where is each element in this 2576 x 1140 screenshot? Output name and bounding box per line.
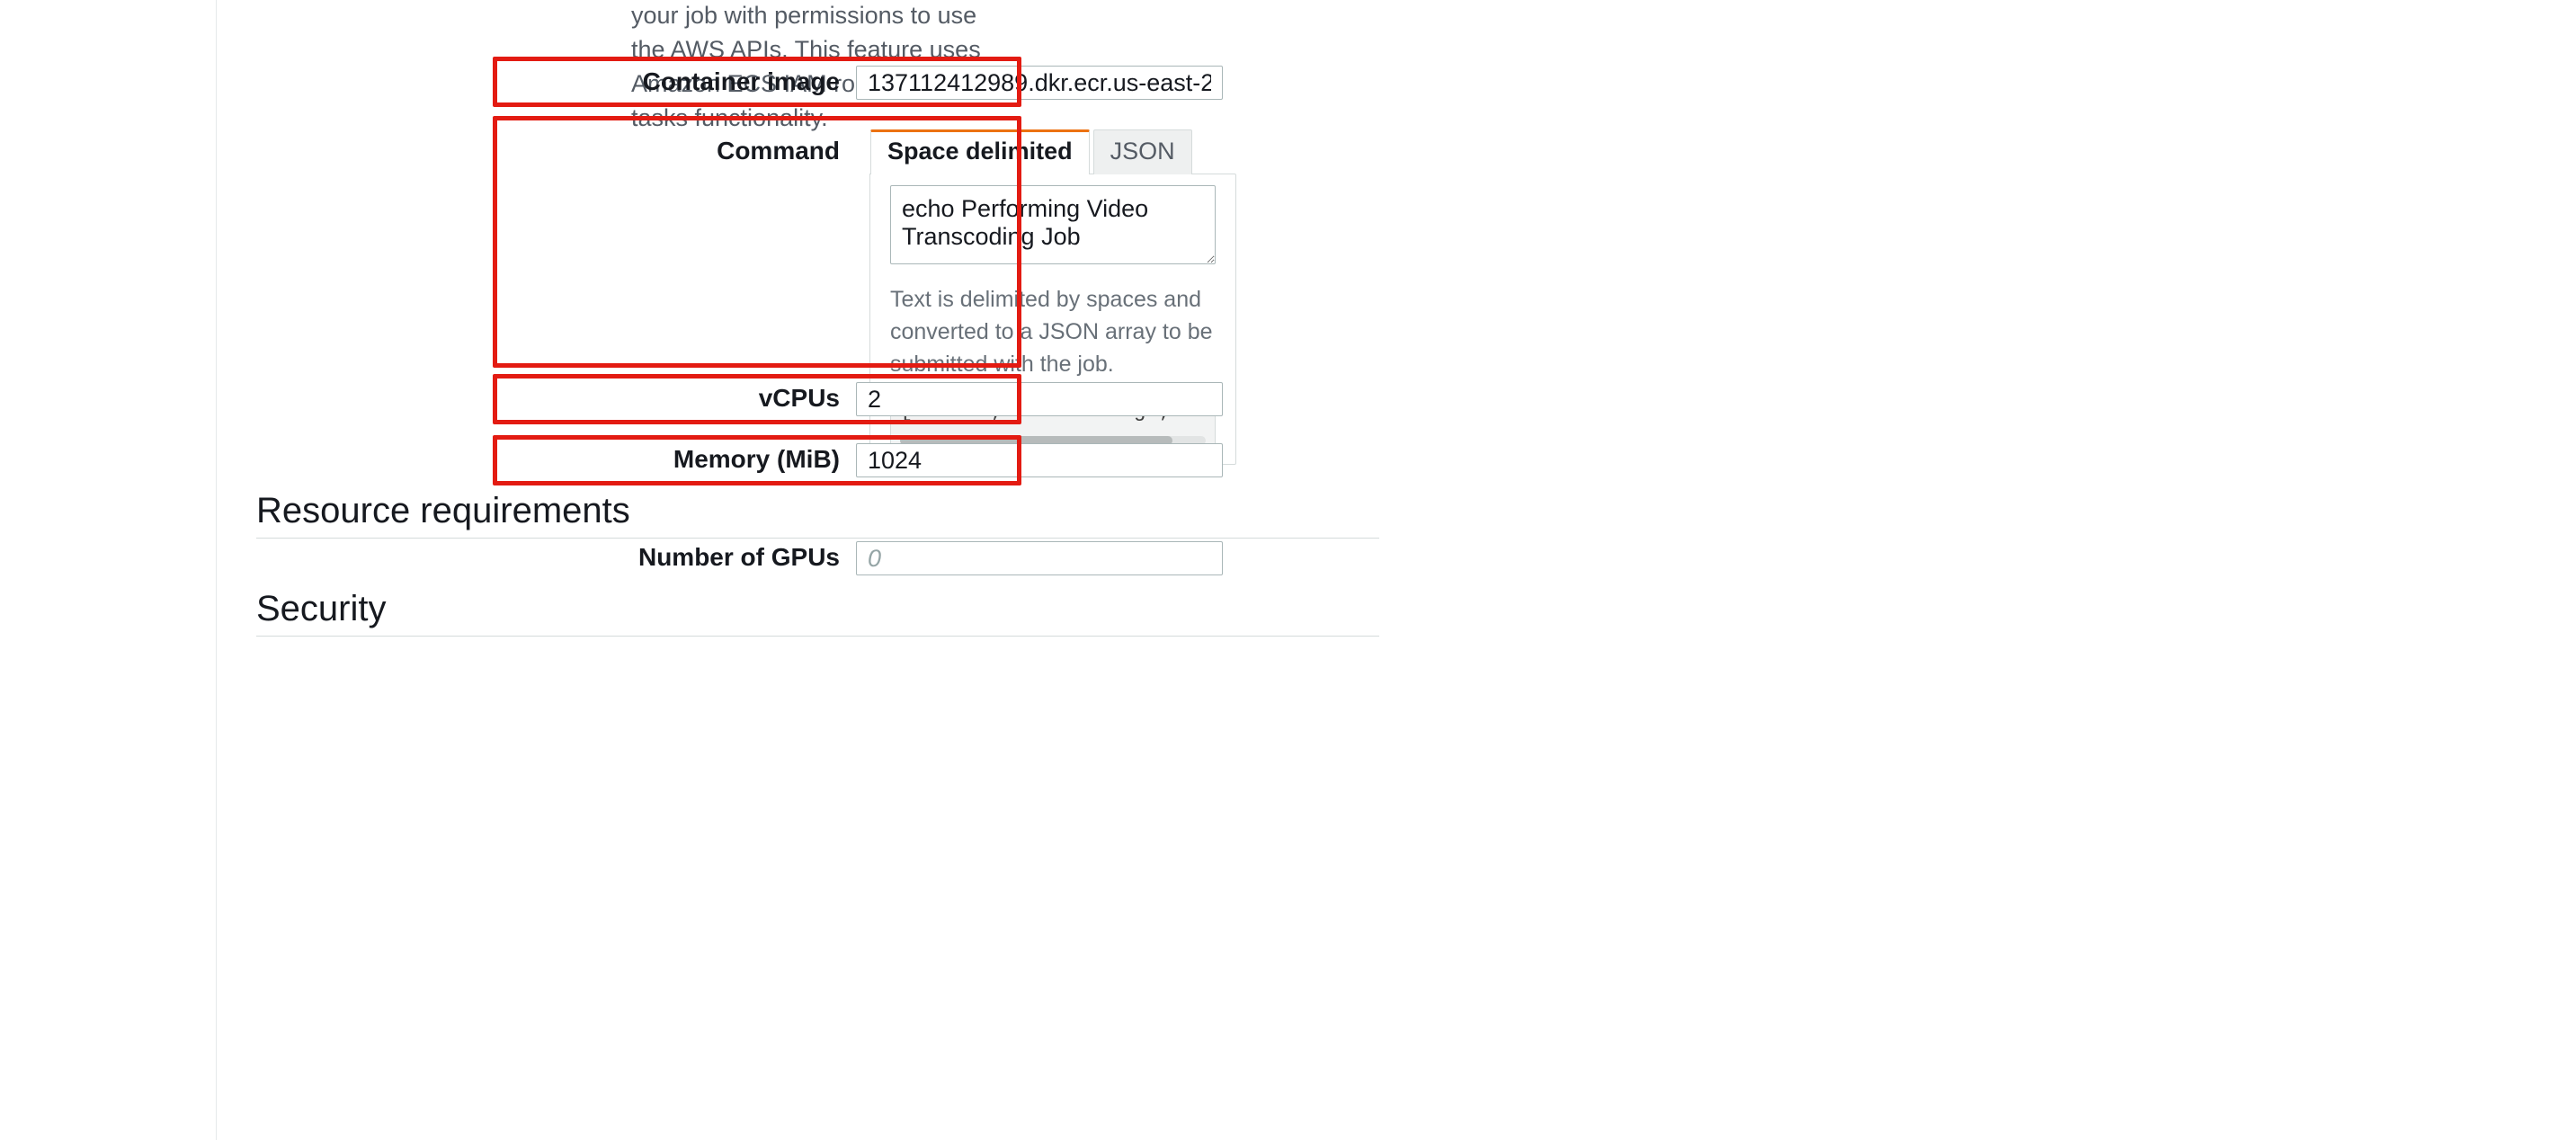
vcpus-label: vCPUs xyxy=(492,382,856,414)
gpus-row: Number of GPUs xyxy=(492,541,1223,575)
command-tab-body: echo Performing Video Transcoding Job Te… xyxy=(869,174,1236,465)
tab-space-delimited[interactable]: Space delimited xyxy=(870,129,1090,174)
container-image-label: Container image xyxy=(492,66,856,98)
section-rule-security xyxy=(256,636,1379,637)
memory-row: Memory (MiB) xyxy=(492,443,1223,477)
vcpus-input[interactable] xyxy=(856,382,1223,416)
memory-input[interactable] xyxy=(856,443,1223,477)
command-label: Command xyxy=(492,129,856,167)
left-pane-divider xyxy=(216,0,217,1140)
container-image-row: Container image xyxy=(492,66,1223,100)
vcpus-row: vCPUs xyxy=(492,382,1223,416)
form-panel: your job with permissions to use the AWS… xyxy=(256,0,2549,1140)
section-title-security: Security xyxy=(256,589,387,629)
section-title-resource-requirements: Resource requirements xyxy=(256,491,630,531)
command-tabs: Space delimited JSON xyxy=(869,129,1236,174)
section-rule-resource-requirements xyxy=(256,538,1379,539)
memory-label: Memory (MiB) xyxy=(492,443,856,476)
container-image-input[interactable] xyxy=(856,66,1223,100)
gpus-input[interactable] xyxy=(856,541,1223,575)
gpus-label: Number of GPUs xyxy=(492,541,856,574)
tab-json[interactable]: JSON xyxy=(1093,129,1192,174)
command-row: Command xyxy=(492,129,856,167)
command-hint-text: Text is delimited by spaces and converte… xyxy=(890,283,1216,380)
command-textarea[interactable]: echo Performing Video Transcoding Job xyxy=(890,185,1216,264)
